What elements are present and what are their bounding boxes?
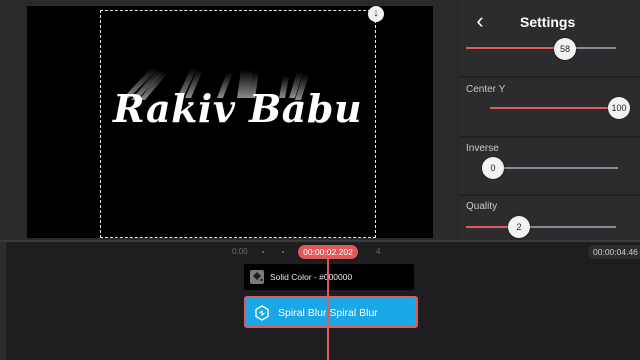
slider-knob[interactable]: 58 bbox=[554, 38, 576, 60]
current-time[interactable]: 00:00:02.202 bbox=[298, 245, 358, 259]
ruler-label: 4 bbox=[376, 247, 381, 256]
playhead[interactable] bbox=[327, 259, 329, 360]
solid-color-clip[interactable]: Solid Color - #000000 bbox=[244, 264, 414, 290]
download-arrow-icon[interactable]: ↓ bbox=[368, 6, 384, 22]
preview-canvas[interactable]: ↓ Rakiv Babu bbox=[27, 6, 433, 238]
slider-knob[interactable]: 0 bbox=[482, 157, 504, 179]
preview-area: ↓ Rakiv Babu bbox=[0, 0, 460, 240]
video-editor: ↓ Rakiv Babu ‹ Settings 58 Center Y 100 … bbox=[0, 0, 640, 360]
slider-fill bbox=[490, 107, 616, 109]
divider bbox=[460, 194, 640, 196]
ruler-tick bbox=[262, 251, 264, 253]
slider-knob[interactable]: 2 bbox=[508, 216, 530, 238]
fill-bucket-icon bbox=[250, 270, 264, 284]
settings-header: ‹ Settings bbox=[460, 0, 640, 44]
settings-panel: ‹ Settings 58 Center Y 100 Inverse 0 Qua… bbox=[460, 0, 640, 240]
spiral-blur-clip[interactable]: Spiral Blur Spiral Blur bbox=[244, 296, 418, 328]
end-time: 00:00:04.46 bbox=[588, 245, 640, 259]
title-text-layer[interactable]: Rakiv Babu bbox=[113, 86, 362, 131]
solid-clip-label: Solid Color - #000000 bbox=[270, 272, 353, 282]
slider-track[interactable] bbox=[492, 167, 618, 169]
slider-fill bbox=[466, 226, 508, 228]
divider bbox=[460, 136, 640, 138]
ruler-tick bbox=[282, 251, 284, 253]
chevron-left-icon[interactable]: ‹ bbox=[468, 10, 492, 34]
slider-knob[interactable]: 100 bbox=[608, 97, 630, 119]
param-label: Quality bbox=[466, 201, 498, 212]
settings-title: Settings bbox=[520, 14, 576, 30]
divider bbox=[460, 76, 640, 78]
param-label: Inverse bbox=[466, 143, 499, 154]
ruler-label: 0:00 bbox=[232, 247, 248, 256]
effect-hexagon-icon bbox=[255, 305, 269, 321]
track-header bbox=[0, 242, 6, 360]
timeline[interactable]: 0:00 4 00:00:04.46 Solid Color - #000000… bbox=[0, 240, 640, 360]
slider-fill bbox=[466, 47, 564, 49]
param-label: Center Y bbox=[466, 84, 506, 95]
